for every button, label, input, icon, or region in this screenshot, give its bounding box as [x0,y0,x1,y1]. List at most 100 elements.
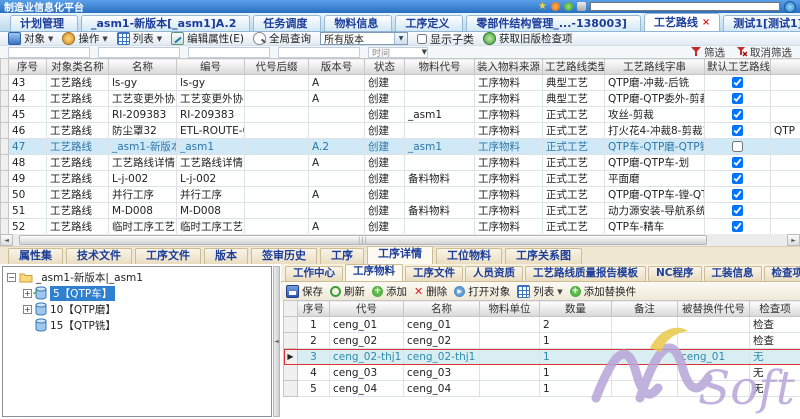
main-tab[interactable]: 计划管理 [10,15,78,31]
column-header[interactable]: 备注 [612,301,678,317]
filter-input[interactable] [278,47,360,58]
default-route-checkbox[interactable] [732,221,743,232]
titlebar-orange-icon[interactable] [551,2,560,11]
routing-table-row[interactable]: 47 工艺路线 _asm1-新版本 _asm1 A.2 创建 _asm1 工序物… [1,139,800,155]
routing-table-row[interactable]: 43 工艺路线 ls-gy ls-gy A 创建 工序物料 典型工艺 QTP磨-… [1,75,800,91]
default-route-checkbox[interactable] [732,93,743,104]
main-tab[interactable]: 物料信息 [324,15,392,31]
save-button[interactable]: 保存 [286,284,323,299]
routing-table-row[interactable]: 52 工艺路线 临时工序工艺... 临时工序工艺... A 创建 工序物料 正式… [1,219,800,235]
column-header[interactable]: 装入物料来源 [475,59,543,75]
panel-tab[interactable]: 工作中心 [285,266,343,281]
column-header[interactable]: 版本号 [309,59,365,75]
version-select[interactable]: 所有版本 ▼ [320,32,408,45]
tree-node-operation[interactable]: + ✓ 5【QTP车】 [3,285,271,301]
scrollbar-thumb[interactable]: ||| [19,235,707,245]
column-header[interactable]: 状态 [365,59,405,75]
main-tab[interactable]: 测试1[测试1]A [723,15,800,31]
column-header[interactable]: 代号后缀 [245,59,309,75]
routing-table-row[interactable]: 48 工艺路线 工艺路线详情 工艺路线详情 A 创建 工序物料 正式工艺 QTP… [1,155,800,171]
collapse-icon[interactable]: − [7,273,16,282]
column-header[interactable]: 被替换件代号 [678,301,750,317]
detail-tab[interactable]: 属性集 [8,248,63,264]
titlebar-green-icon[interactable] [564,2,573,11]
list-menu-button[interactable]: 列表 ▼ [117,31,162,46]
panel-splitter[interactable]: ◄ [273,266,280,417]
material-table-row[interactable]: 4 ceng_03 ceng_03 1 无 [284,365,800,381]
main-tab[interactable]: 任务调度 [253,15,321,31]
column-header[interactable]: 编号 [177,59,245,75]
detail-tab[interactable]: 版本 [204,248,248,264]
column-header[interactable]: 序号 [298,301,330,317]
routing-table-row[interactable]: 51 工艺路线 M-D008 M-D008 创建 备料物料 工序物料 正式工艺 … [1,203,800,219]
scroll-right-icon[interactable]: ► [787,234,800,246]
tree-node-operation[interactable]: 15【QTP铣】 [3,317,271,333]
tree-node-operation[interactable]: + 10【QTP磨】 [3,301,271,317]
panel-tab[interactable]: 工装信息 [704,266,762,281]
column-header[interactable]: 工艺路线类型 [543,59,605,75]
detail-tab[interactable]: 工序详情 [367,246,433,264]
add-replacement-button[interactable]: + 添加替换件 [570,284,637,299]
filter-input[interactable] [98,47,180,58]
tree-node-root[interactable]: − _asm1-新版本|_asm1 [3,269,271,285]
default-route-checkbox[interactable] [732,157,743,168]
column-header[interactable]: 名称 [404,301,480,317]
panel-tab[interactable]: 工艺路线质量报告模板 [525,266,646,281]
edit-properties-button[interactable]: 编辑属性(E) [171,31,244,46]
material-table-row[interactable]: 5 ceng_04 ceng_04 1 无 [284,381,800,397]
routing-table-row[interactable]: 44 工艺路线 工艺变更外协... 工艺变更外协... A 创建 工序物料 典型… [1,91,800,107]
default-route-checkbox[interactable] [732,141,743,152]
show-subclass-checkbox[interactable]: 显示子类 [417,31,474,47]
close-icon[interactable]: × [702,16,710,30]
panel-tab[interactable]: 工序文件 [405,266,463,281]
default-route-checkbox[interactable] [732,173,743,184]
column-header[interactable]: 对象类名称 [47,59,109,75]
column-header[interactable]: 物料单位 [480,301,540,317]
expand-icon[interactable]: + [23,289,32,298]
operate-menu-button[interactable]: 操作 ▼ [62,31,107,46]
titlebar-go-button[interactable] [784,1,796,13]
default-route-checkbox[interactable] [732,205,743,216]
detail-tab[interactable]: 签审历史 [251,248,317,264]
default-route-checkbox[interactable] [732,189,743,200]
column-header[interactable]: 默认工艺路线 [705,59,771,75]
main-tab[interactable]: 工序定义 [395,15,463,31]
material-table-row[interactable]: 1 ceng_01 ceng_01 2 检查 [284,317,800,333]
object-menu-button[interactable]: 对象 ▼ [8,31,53,46]
column-header[interactable]: 名称 [109,59,177,75]
default-route-checkbox[interactable] [732,109,743,120]
get-old-version-checks-button[interactable]: 获取旧版检查项 [483,31,573,46]
time-filter-select[interactable]: 时间 ▼ [368,47,428,58]
expand-icon[interactable]: + [23,305,32,314]
detail-tab[interactable]: 工位物料 [436,248,502,264]
add-button[interactable]: + 添加 [372,284,407,299]
checkbox[interactable] [417,34,427,44]
routing-table-row[interactable]: 46 工艺路线 防尘罩32 ETL-ROUTE-0032 创建 工序物料 正式工… [1,123,800,139]
main-tab[interactable]: 工艺路线 × [644,13,720,31]
titlebar-gray-icon[interactable] [577,2,586,11]
material-table-row[interactable]: 2 ceng_02 ceng_02 1 检查 [284,333,800,349]
refresh-button[interactable]: 刷新 [330,284,365,299]
detail-tab[interactable]: 工序文件 [135,248,201,264]
column-header[interactable]: 工艺路线字串 [605,59,705,75]
column-header[interactable] [771,59,800,75]
column-header[interactable]: 检查项 [750,301,800,317]
panel-tab[interactable]: 工序物料 [345,264,403,281]
panel-tab[interactable]: NC程序 [648,266,702,281]
material-table-row[interactable]: ▶ 3 ceng_02-thj1 ceng_02-thj1 1 ceng_01 … [284,349,800,365]
column-header[interactable]: 序号 [9,59,47,75]
routing-table-row[interactable]: 45 工艺路线 RI-209383 RI-209383 创建 _asm1 工序物… [1,107,800,123]
global-query-button[interactable]: 全局查询 [253,31,311,46]
horizontal-scrollbar[interactable]: ◄ ||| ► [0,234,800,246]
list-menu-button[interactable]: 列表 ▼ [517,284,562,299]
filter-input[interactable] [8,47,90,58]
column-header[interactable]: 物料代号 [405,59,475,75]
default-route-checkbox[interactable] [732,77,743,88]
delete-button[interactable]: ✕ 删除 [414,284,447,299]
detail-tab[interactable]: 技术文件 [66,248,132,264]
panel-tab[interactable]: 检查项 [764,266,800,281]
main-tab[interactable]: _asm1-新版本[_asm1]A.2 [81,15,250,31]
routing-table-row[interactable]: 50 工艺路线 并行工序 并行工序 A 创建 工序物料 正式工艺 QTP磨-QT… [1,187,800,203]
favorite-star-icon[interactable]: ★ [538,2,547,11]
column-header[interactable]: 数量 [540,301,612,317]
